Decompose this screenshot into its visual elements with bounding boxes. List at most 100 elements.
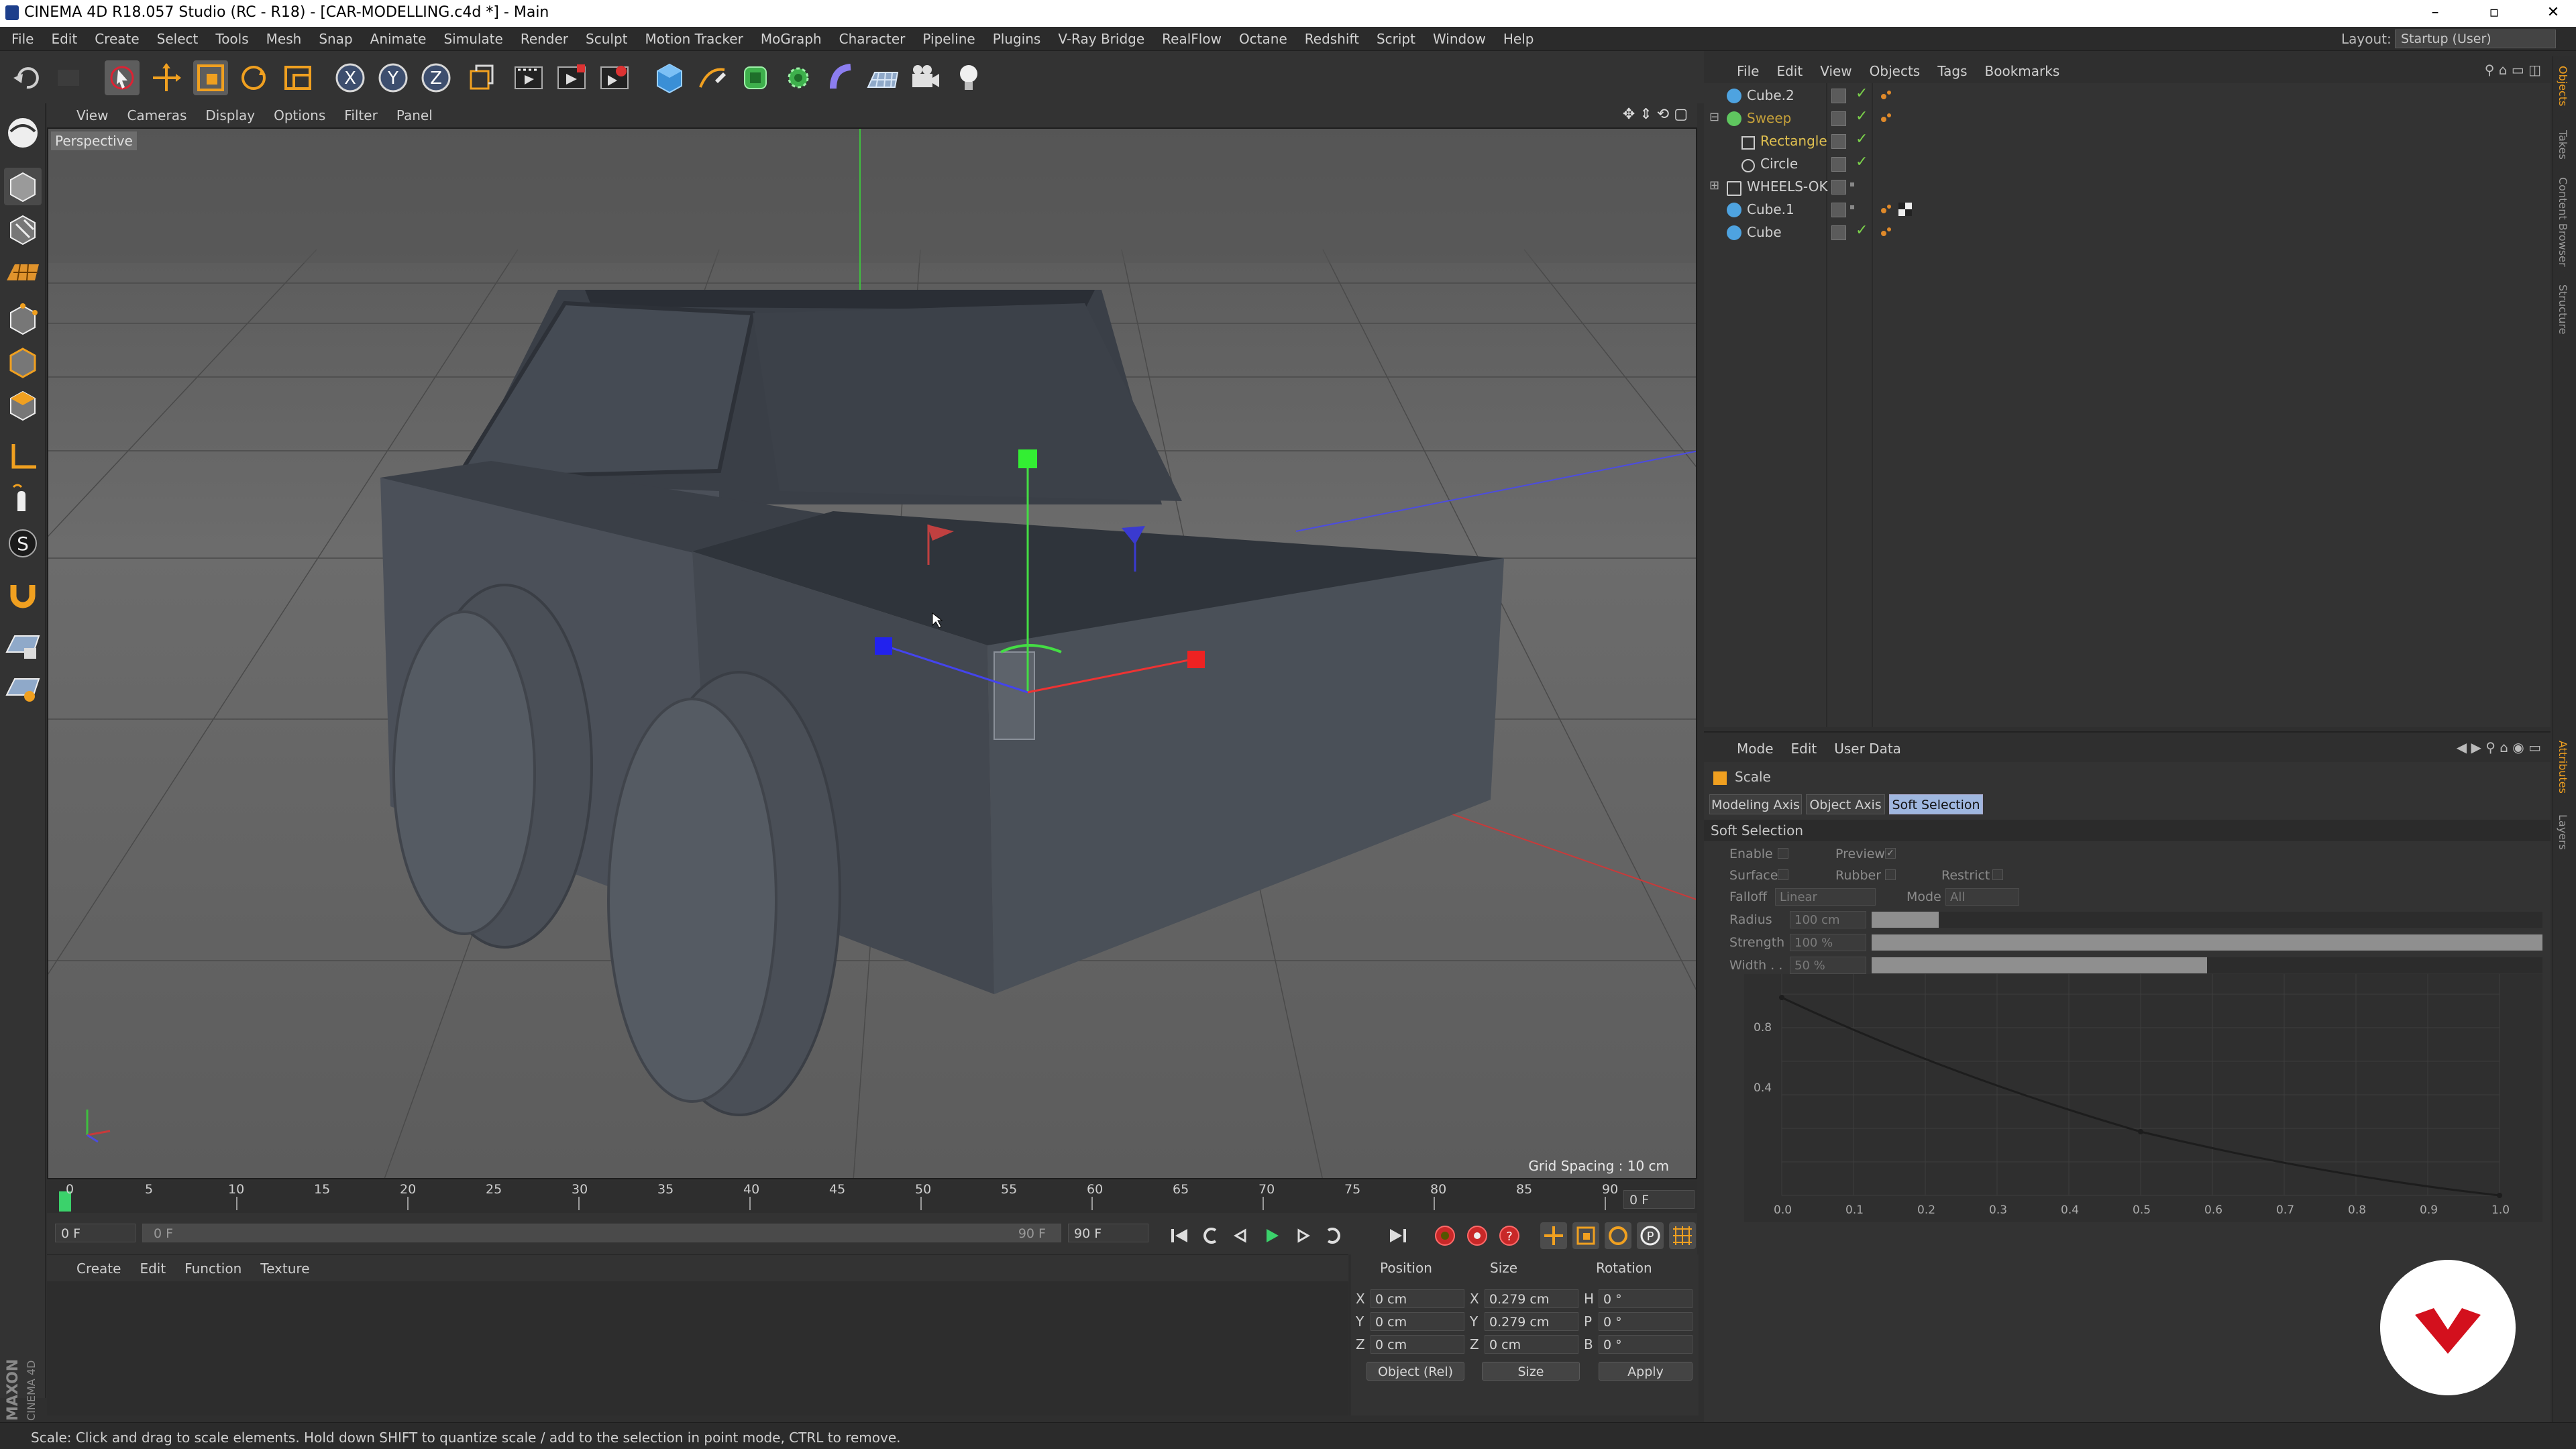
viewport-menu-panel[interactable]: Panel <box>387 103 442 123</box>
enabled-check-icon[interactable]: ✓ <box>1856 108 1868 125</box>
rot-b-field[interactable]: 0 ° <box>1599 1335 1693 1354</box>
menu-character[interactable]: Character <box>830 27 914 51</box>
visibility-toggle[interactable] <box>1831 134 1846 149</box>
menu-mograph[interactable]: MoGraph <box>752 27 830 51</box>
tab-object-axis[interactable]: Object Axis <box>1806 794 1885 814</box>
pos-y-field[interactable]: 0 cm <box>1371 1312 1464 1331</box>
camera-label[interactable]: Perspective <box>51 131 137 150</box>
object-row-cube-1[interactable]: Cube.1 <box>1704 199 2551 221</box>
tab-modeling-axis[interactable]: Modeling Axis <box>1709 794 1802 814</box>
menu-tools[interactable]: Tools <box>207 27 257 51</box>
polygons-mode-icon[interactable] <box>4 386 42 424</box>
phong-tag-icon[interactable] <box>1880 203 1893 216</box>
material-menu-function[interactable]: Function <box>175 1255 251 1277</box>
attr-menu-mode[interactable]: Mode <box>1728 733 1782 757</box>
surface-checkbox[interactable] <box>1778 869 1788 880</box>
render-view-icon[interactable] <box>511 60 546 95</box>
x-axis-lock-icon[interactable]: X <box>333 60 368 95</box>
rubber-checkbox[interactable] <box>1885 869 1896 880</box>
mode-select[interactable]: All <box>1945 888 2019 906</box>
workplane-mode-icon[interactable] <box>4 254 42 291</box>
floor-icon[interactable] <box>865 60 900 95</box>
enable-axis-icon[interactable] <box>4 439 42 476</box>
object-row-sweep[interactable]: ⊟ Sweep ✓ <box>1704 107 2551 130</box>
object-name[interactable]: Cube.1 <box>1747 201 1794 217</box>
object-name[interactable]: Cube <box>1747 224 1782 240</box>
spline-pen-icon[interactable] <box>695 60 730 95</box>
viewport-menu-options[interactable]: Options <box>264 103 335 123</box>
model-mode-icon[interactable] <box>4 168 42 205</box>
object-name[interactable]: Cube.2 <box>1747 87 1794 103</box>
menu-snap[interactable]: Snap <box>310 27 361 51</box>
attr-menu-user-data[interactable]: User Data <box>1825 733 1910 757</box>
visibility-toggle[interactable] <box>1831 111 1846 126</box>
enable-checkbox[interactable] <box>1778 848 1788 859</box>
viewport-menu-display[interactable]: Display <box>196 103 264 123</box>
y-axis-lock-icon[interactable]: Y <box>376 60 411 95</box>
scale-icon[interactable] <box>193 60 228 95</box>
falloff-curve-graph[interactable]: 0.8 0.4 0.0 0.1 0.2 0.3 0.4 0.5 0.6 0.7 … <box>1744 974 2542 1222</box>
object-name[interactable]: Rectangle <box>1760 133 1827 149</box>
om-menu-tags[interactable]: Tags <box>1929 56 1976 79</box>
menu-octane[interactable]: Octane <box>1230 27 1296 51</box>
keyframe-selection-icon[interactable]: ? <box>1496 1222 1523 1249</box>
coordinate-system-icon[interactable] <box>463 60 498 95</box>
material-list-area[interactable] <box>47 1281 1348 1415</box>
menu-animate[interactable]: Animate <box>362 27 435 51</box>
texture-mode-icon[interactable] <box>4 211 42 248</box>
snapping-icon[interactable]: S <box>4 525 42 562</box>
object-row-cube[interactable]: Cube ✓ <box>1704 221 2551 244</box>
enabled-dot[interactable] <box>1850 205 1854 209</box>
visibility-toggle[interactable] <box>1831 225 1846 240</box>
autokey-icon[interactable] <box>1464 1222 1491 1249</box>
record-scale-icon[interactable] <box>1572 1222 1599 1249</box>
tweak-mode-icon[interactable] <box>4 482 42 519</box>
radius-field[interactable]: 100 cm <box>1790 911 1866 928</box>
go-to-start-icon[interactable] <box>1166 1222 1193 1249</box>
previous-frame-icon[interactable] <box>1228 1222 1254 1249</box>
camera-icon[interactable] <box>908 60 943 95</box>
lock-workplane-icon[interactable] <box>4 627 42 664</box>
current-frame-field[interactable]: 0 F <box>1623 1190 1695 1209</box>
vtab-attributes[interactable]: Attributes <box>2557 741 2569 794</box>
enabled-check-icon[interactable]: ✓ <box>1856 85 1868 102</box>
menu-redshift[interactable]: Redshift <box>1296 27 1368 51</box>
viewport-menu-view[interactable]: View <box>67 103 117 123</box>
object-row-cube-2[interactable]: Cube.2 ✓ <box>1704 85 2551 107</box>
menu-realflow[interactable]: RealFlow <box>1153 27 1230 51</box>
record-icon[interactable] <box>1432 1222 1458 1249</box>
visibility-toggle[interactable] <box>1831 89 1846 103</box>
menu-motion-tracker[interactable]: Motion Tracker <box>637 27 752 51</box>
enabled-check-icon[interactable]: ✓ <box>1856 222 1868 239</box>
3d-viewport[interactable]: Perspective Grid Spacing : 10 cm <box>47 127 1697 1179</box>
material-menu-edit[interactable]: Edit <box>130 1255 175 1277</box>
enabled-check-icon[interactable]: ✓ <box>1856 131 1868 148</box>
menu-sculpt[interactable]: Sculpt <box>577 27 636 51</box>
tab-soft-selection[interactable]: Soft Selection <box>1889 794 1983 814</box>
menu-pipeline[interactable]: Pipeline <box>914 27 983 51</box>
material-menu-texture[interactable]: Texture <box>251 1255 319 1277</box>
visibility-toggle[interactable] <box>1831 157 1846 172</box>
restore-button[interactable]: ▫ <box>2474 3 2514 23</box>
menu-edit[interactable]: Edit <box>42 27 86 51</box>
end-frame-field[interactable]: 90 F <box>1068 1224 1148 1242</box>
minimize-button[interactable]: – <box>2415 3 2455 23</box>
menu-plugins[interactable]: Plugins <box>984 27 1050 51</box>
object-row-rectangle[interactable]: Rectangle ✓ <box>1704 130 2551 153</box>
pos-x-field[interactable]: 0 cm <box>1371 1289 1464 1308</box>
apply-button[interactable]: Apply <box>1599 1362 1693 1381</box>
om-search-icon[interactable]: ⚲ ⌂ ▭ ◫ <box>2485 62 2541 78</box>
strength-slider[interactable] <box>1872 934 2542 951</box>
pos-z-field[interactable]: 0 cm <box>1371 1335 1464 1354</box>
vtab-takes[interactable]: Takes <box>2557 130 2569 160</box>
rotate-icon[interactable] <box>236 60 271 95</box>
record-parameter-icon[interactable]: P <box>1637 1222 1664 1249</box>
material-menu-create[interactable]: Create <box>67 1255 130 1277</box>
om-menu-edit[interactable]: Edit <box>1768 56 1811 79</box>
attr-nav-icons[interactable]: ◀ ▶ ⚲ ⌂ ◉ ▭ <box>2457 739 2541 755</box>
next-frame-icon[interactable] <box>1289 1222 1316 1249</box>
attr-menu-edit[interactable]: Edit <box>1782 733 1826 757</box>
om-menu-objects[interactable]: Objects <box>1861 56 1929 79</box>
vtab-layers[interactable]: Layers <box>2557 814 2569 850</box>
points-mode-icon[interactable] <box>4 301 42 338</box>
